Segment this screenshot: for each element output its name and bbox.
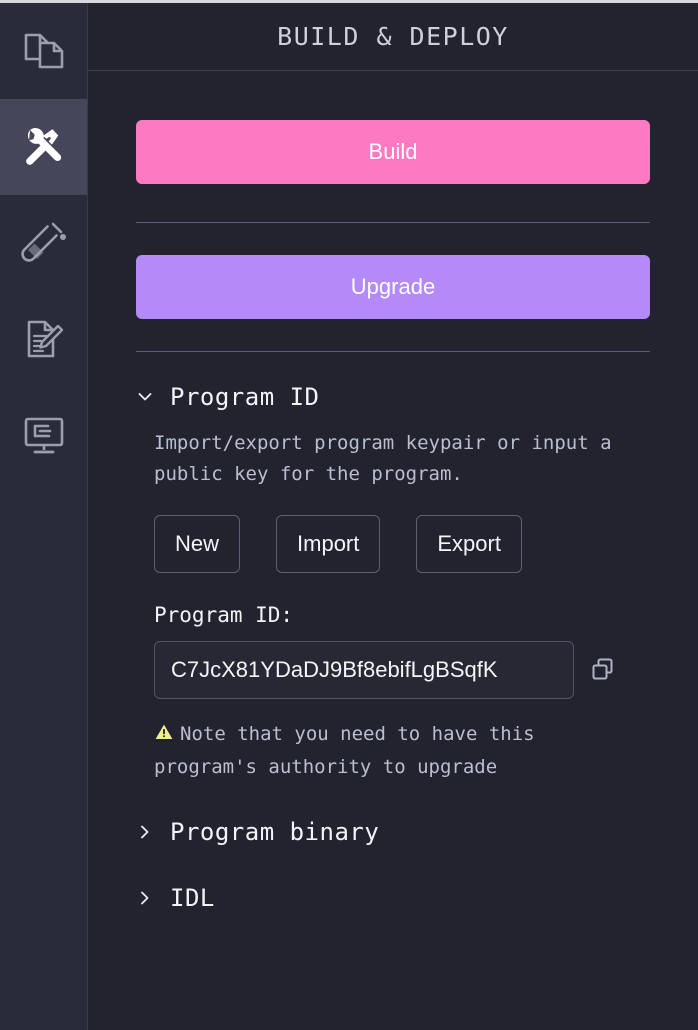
app-window: BUILD & DEPLOY Build Upgrade Program ID … xyxy=(0,0,698,1030)
import-keypair-button[interactable]: Import xyxy=(276,515,381,573)
program-id-input[interactable] xyxy=(154,641,574,699)
panel-body: Build Upgrade Program ID Import/export p… xyxy=(88,71,698,1030)
sidebar-item-tutorials[interactable] xyxy=(0,291,87,387)
warning-triangle-icon xyxy=(154,721,174,752)
document-pen-icon xyxy=(18,313,70,365)
program-id-warning: Note that you need to have this program'… xyxy=(154,719,624,783)
section-idl-title: IDL xyxy=(170,884,215,912)
program-id-description: Import/export program keypair or input a… xyxy=(154,432,612,485)
chevron-right-icon xyxy=(136,889,154,907)
export-keypair-button[interactable]: Export xyxy=(416,515,522,573)
program-id-field-label: Program ID: xyxy=(154,603,294,627)
build-button[interactable]: Build xyxy=(136,120,650,184)
sidebar-item-test[interactable] xyxy=(0,195,87,291)
files-icon xyxy=(18,25,70,77)
section-program-id-title: Program ID xyxy=(170,383,320,411)
sidebar xyxy=(0,0,88,1030)
section-program-binary-header[interactable]: Program binary xyxy=(136,815,650,849)
program-id-warning-text: Note that you need to have this program'… xyxy=(154,723,535,778)
chevron-right-icon xyxy=(136,823,154,841)
keypair-button-row: New Import Export xyxy=(154,515,650,573)
copy-program-id-button[interactable] xyxy=(588,655,618,685)
upgrade-button[interactable]: Upgrade xyxy=(136,255,650,319)
section-idl-header[interactable]: IDL xyxy=(136,881,650,915)
sidebar-item-build-deploy[interactable] xyxy=(0,99,87,195)
section-program-id: Program ID Import/export program keypair… xyxy=(136,380,650,783)
window-top-strip xyxy=(0,0,698,3)
main-panel: BUILD & DEPLOY Build Upgrade Program ID … xyxy=(88,0,698,1030)
tools-icon xyxy=(17,120,71,174)
section-program-id-body: Import/export program keypair or input a… xyxy=(136,428,650,783)
page-title: BUILD & DEPLOY xyxy=(277,22,509,51)
copy-icon xyxy=(589,655,617,686)
program-id-input-row xyxy=(154,641,650,699)
monitor-console-icon xyxy=(18,409,70,461)
test-tube-icon xyxy=(18,217,70,269)
sidebar-item-programs[interactable] xyxy=(0,387,87,483)
new-keypair-button[interactable]: New xyxy=(154,515,241,573)
section-program-binary-title: Program binary xyxy=(170,818,380,846)
sidebar-item-explorer[interactable] xyxy=(0,3,87,99)
chevron-down-icon xyxy=(136,388,154,406)
panel-header: BUILD & DEPLOY xyxy=(88,3,698,71)
section-program-id-header[interactable]: Program ID xyxy=(136,380,650,414)
